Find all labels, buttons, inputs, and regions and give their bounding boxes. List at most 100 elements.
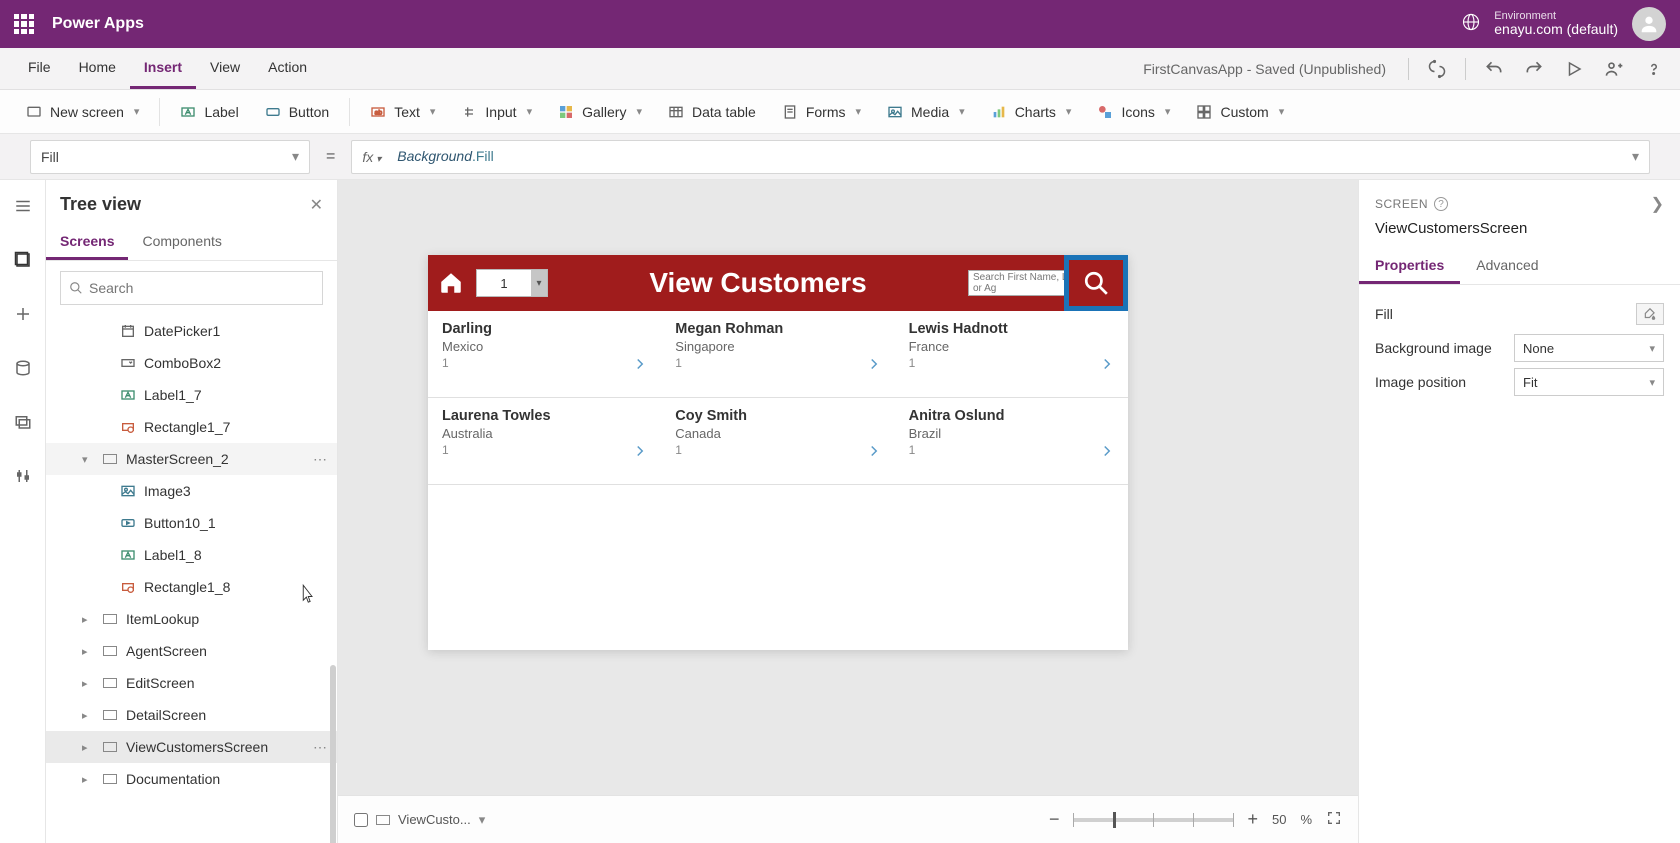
- tab-components[interactable]: Components: [128, 225, 235, 260]
- undo-icon[interactable]: [1482, 57, 1506, 81]
- tree-item-editscreen[interactable]: ▸EditScreen: [46, 667, 337, 699]
- insert-input-button[interactable]: Input▾: [449, 98, 544, 126]
- formula-input[interactable]: fx▾ Background.Fill ▾: [351, 140, 1650, 174]
- home-icon[interactable]: [436, 268, 466, 298]
- tab-advanced[interactable]: Advanced: [1460, 249, 1554, 284]
- insert-datatable-button[interactable]: Data table: [656, 98, 768, 126]
- insert-text-button[interactable]: ab Text▾: [358, 98, 447, 126]
- chevron-right-icon[interactable]: ❯: [1651, 194, 1664, 214]
- insert-gallery-button[interactable]: Gallery▾: [546, 98, 654, 126]
- data-icon[interactable]: [11, 356, 35, 380]
- media-icon[interactable]: [11, 410, 35, 434]
- user-avatar[interactable]: [1632, 7, 1666, 41]
- menu-home[interactable]: Home: [65, 48, 130, 89]
- chevron-right-icon[interactable]: [865, 355, 883, 378]
- tree-item-rectangle1-8[interactable]: Rectangle1_8: [46, 571, 337, 603]
- tree-item-itemlookup[interactable]: ▸ItemLookup: [46, 603, 337, 635]
- chevron-right-icon[interactable]: [1098, 355, 1116, 378]
- new-screen-button[interactable]: New screen▾: [14, 98, 151, 126]
- customer-gallery[interactable]: DarlingMexico1Megan RohmanSingapore1Lewi…: [428, 311, 1128, 485]
- chevron-right-icon[interactable]: [1098, 442, 1116, 465]
- insert-icons-button[interactable]: Icons▾: [1085, 98, 1182, 126]
- customer-card[interactable]: Megan RohmanSingapore1: [661, 311, 894, 397]
- customer-card[interactable]: Coy SmithCanada1: [661, 398, 894, 484]
- tree-view-icon[interactable]: [11, 248, 35, 272]
- tree-item-masterscreen-2[interactable]: ▾MasterScreen_2⋯: [46, 443, 337, 475]
- close-icon[interactable]: ✕: [310, 195, 323, 215]
- chevron-down-icon: ▾: [527, 105, 533, 118]
- hamburger-icon[interactable]: [11, 194, 35, 218]
- help-icon[interactable]: ?: [1434, 197, 1448, 211]
- property-selector[interactable]: Fill ▾: [30, 140, 310, 174]
- help-icon[interactable]: [1642, 57, 1666, 81]
- insert-forms-button[interactable]: Forms▾: [770, 98, 873, 126]
- expander-icon[interactable]: ▸: [82, 677, 94, 690]
- customer-card[interactable]: Laurena TowlesAustralia1: [428, 398, 661, 484]
- customer-card[interactable]: Anitra OslundBrazil1: [895, 398, 1128, 484]
- bgimage-select[interactable]: None ▾: [1514, 334, 1664, 362]
- more-icon[interactable]: ⋯: [313, 451, 327, 468]
- menu-file[interactable]: File: [14, 48, 65, 89]
- menu-insert[interactable]: Insert: [130, 48, 196, 89]
- insert-label-button[interactable]: Label: [168, 98, 250, 126]
- breadcrumb-checkbox[interactable]: [354, 813, 368, 827]
- more-icon[interactable]: ⋯: [313, 739, 327, 756]
- search-button-selected[interactable]: [1064, 255, 1128, 311]
- tree-item-image3[interactable]: Image3: [46, 475, 337, 507]
- zoom-out-button[interactable]: −: [1049, 809, 1060, 830]
- insert-button-button[interactable]: Button: [253, 98, 341, 126]
- environment-selector[interactable]: Environment enayu.com (default): [1494, 11, 1618, 37]
- tools-icon[interactable]: [11, 464, 35, 488]
- chevron-down-icon[interactable]: ▾: [479, 812, 486, 828]
- customer-card[interactable]: DarlingMexico1: [428, 311, 661, 397]
- expander-icon[interactable]: ▸: [82, 741, 94, 754]
- play-icon[interactable]: [1562, 57, 1586, 81]
- fill-color-picker[interactable]: [1636, 303, 1664, 325]
- chevron-right-icon[interactable]: [631, 355, 649, 378]
- tree-item-documentation[interactable]: ▸Documentation: [46, 763, 337, 795]
- chevron-right-icon[interactable]: [865, 442, 883, 465]
- tree-item-label: Button10_1: [144, 515, 216, 531]
- tree-search-input[interactable]: [60, 271, 323, 305]
- zoom-slider[interactable]: [1073, 818, 1233, 822]
- tab-properties[interactable]: Properties: [1359, 249, 1460, 284]
- tab-screens[interactable]: Screens: [46, 225, 128, 260]
- expander-icon[interactable]: ▾: [82, 453, 94, 466]
- tree-item-label1-8[interactable]: Label1_8: [46, 539, 337, 571]
- page-dropdown[interactable]: 1 ▾: [476, 269, 548, 297]
- canvas-area[interactable]: 1 ▾ View Customers Search First Name, La…: [338, 180, 1358, 843]
- tree-item-datepicker1[interactable]: DatePicker1: [46, 315, 337, 347]
- tree-item-agentscreen[interactable]: ▸AgentScreen: [46, 635, 337, 667]
- expander-icon[interactable]: ▸: [82, 773, 94, 786]
- scrollbar-thumb[interactable]: [330, 665, 336, 843]
- app-launcher-icon[interactable]: [14, 14, 34, 34]
- redo-icon[interactable]: [1522, 57, 1546, 81]
- insert-custom-button[interactable]: Custom▾: [1184, 98, 1296, 126]
- share-icon[interactable]: [1602, 57, 1626, 81]
- customer-card[interactable]: Lewis HadnottFrance1: [895, 311, 1128, 397]
- tree-item-rectangle1-7[interactable]: Rectangle1_7: [46, 411, 337, 443]
- expander-icon[interactable]: ▸: [82, 709, 94, 722]
- fullscreen-icon[interactable]: [1326, 810, 1342, 829]
- tree-item-button10-1[interactable]: Button10_1: [46, 507, 337, 539]
- app-checker-icon[interactable]: [1425, 57, 1449, 81]
- imgpos-select[interactable]: Fit ▾: [1514, 368, 1664, 396]
- add-icon[interactable]: [11, 302, 35, 326]
- expander-icon[interactable]: ▸: [82, 645, 94, 658]
- chevron-right-icon[interactable]: [631, 442, 649, 465]
- expander-icon[interactable]: ▸: [82, 613, 94, 626]
- expand-formula-icon[interactable]: ▾: [1632, 148, 1639, 165]
- tree-item-detailscreen[interactable]: ▸DetailScreen: [46, 699, 337, 731]
- menu-view[interactable]: View: [196, 48, 254, 89]
- tree-item-viewcustomersscreen[interactable]: ▸ViewCustomersScreen⋯: [46, 731, 337, 763]
- insert-media-button[interactable]: Media▾: [875, 98, 977, 126]
- insert-charts-button[interactable]: Charts▾: [979, 98, 1084, 126]
- tree-item-label1-7[interactable]: Label1_7: [46, 379, 337, 411]
- menu-action[interactable]: Action: [254, 48, 321, 89]
- rect-icon: [120, 419, 136, 435]
- tree-item-combobox2[interactable]: ComboBox2: [46, 347, 337, 379]
- tree-search-field[interactable]: [89, 280, 314, 296]
- props-element-name: ViewCustomersScreen: [1359, 218, 1680, 249]
- canvas-screen[interactable]: 1 ▾ View Customers Search First Name, La…: [428, 255, 1128, 650]
- zoom-in-button[interactable]: +: [1247, 809, 1258, 830]
